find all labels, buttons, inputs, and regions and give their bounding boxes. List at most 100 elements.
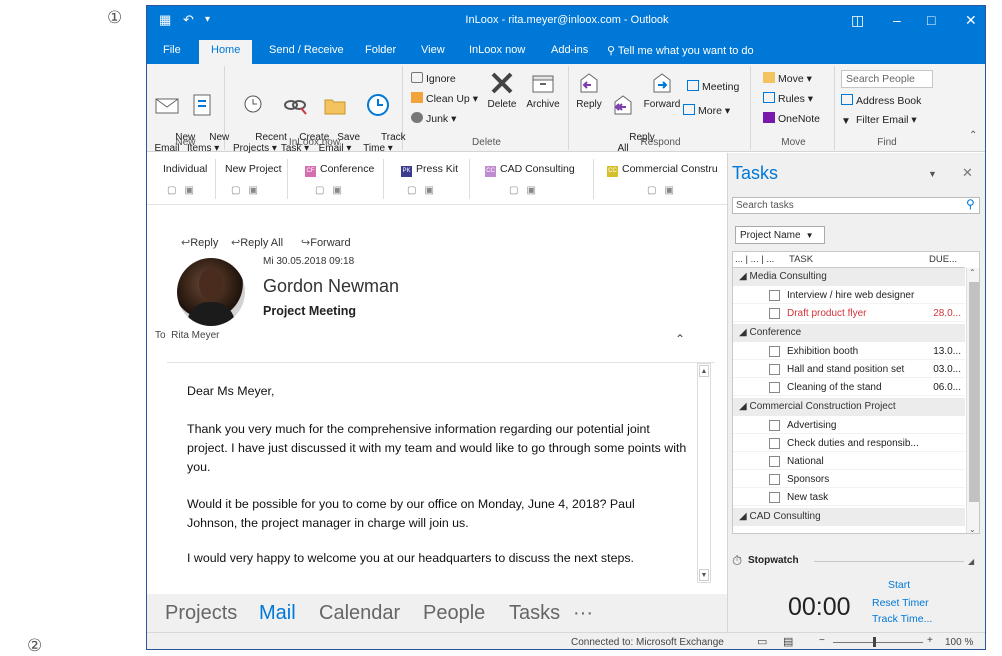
reset-timer-link[interactable]: Reset Timer <box>872 597 929 609</box>
clean-up-button[interactable]: Clean Up ▾ <box>411 92 478 105</box>
column-header-task[interactable]: TASK <box>789 254 813 265</box>
reply-button[interactable]: Reply <box>573 70 605 110</box>
zoom-slider[interactable] <box>833 642 923 643</box>
zoom-out-icon[interactable]: − <box>819 635 825 646</box>
task-row[interactable]: Exhibition booth 13.0... <box>733 342 965 360</box>
task-group-conference[interactable]: ◢ Conference <box>733 324 965 342</box>
project-conference[interactable]: CF Conference <box>305 163 374 177</box>
move-button[interactable]: Move ▾ <box>763 72 812 85</box>
task-scroll-up-icon[interactable]: ⌃ <box>969 268 976 277</box>
task-scroll-thumb[interactable] <box>969 282 979 502</box>
normal-view-icon[interactable]: ▭ <box>757 635 767 648</box>
nav-mail[interactable]: Mail <box>259 602 296 625</box>
task-checkbox[interactable] <box>769 364 780 375</box>
reply-link[interactable]: ↩Reply <box>181 236 218 249</box>
forward-button[interactable]: Forward <box>643 70 681 110</box>
task-checkbox[interactable] <box>769 474 780 485</box>
task-row[interactable]: Hall and stand position set 03.0... <box>733 360 965 378</box>
collapse-ribbon-icon[interactable]: ⌃ <box>969 130 977 141</box>
close-icon[interactable]: ✕ <box>965 12 977 29</box>
ribbon-display-icon[interactable]: ◫ <box>851 12 864 29</box>
task-row[interactable]: Cleaning of the stand 06.0... <box>733 378 965 396</box>
scroll-up-icon[interactable]: ▲ <box>699 365 709 377</box>
project-new-actions-icon[interactable]: ▢▣ <box>231 185 266 196</box>
address-book-button[interactable]: Address Book <box>841 94 921 107</box>
task-checkbox[interactable] <box>769 382 780 393</box>
nav-tasks[interactable]: Tasks <box>509 602 560 625</box>
rules-button[interactable]: Rules ▾ <box>763 92 813 105</box>
zoom-slider-thumb[interactable] <box>873 637 876 647</box>
column-header-flags[interactable]: ... | ... | ... <box>735 254 774 265</box>
task-row[interactable]: Check duties and responsib... <box>733 434 965 452</box>
project-commercial-construction[interactable]: CC Commercial Constru <box>607 163 718 177</box>
stopwatch-start-link[interactable]: Start <box>888 579 910 591</box>
column-header-due[interactable]: DUE... <box>929 254 957 265</box>
nav-people[interactable]: People <box>423 602 485 625</box>
tell-me-search[interactable]: ⚲ Tell me what you want to do <box>607 44 754 57</box>
task-row[interactable]: Sponsors <box>733 470 965 488</box>
project-cad-actions-icon[interactable]: ▢▣ <box>509 185 544 196</box>
pane-options-icon[interactable]: ▼ <box>928 169 937 179</box>
reply-all-link[interactable]: ↩Reply All <box>231 236 283 249</box>
tab-view[interactable]: View <box>421 44 445 56</box>
save-email-button[interactable]: Save Email ▾ <box>315 70 360 165</box>
project-individual-actions-icon[interactable]: ▢▣ <box>167 185 202 196</box>
project-individual[interactable]: Individual <box>163 163 207 175</box>
sender-name[interactable]: Gordon Newman <box>263 276 399 297</box>
create-task-button[interactable]: Create Task ▾ <box>277 70 329 165</box>
search-icon[interactable]: ⚲ <box>966 197 975 211</box>
minimize-icon[interactable]: – <box>893 12 901 28</box>
task-list-scrollbar[interactable]: ⌃ ⌄ <box>966 268 979 533</box>
task-group-cad-consulting[interactable]: ◢ CAD Consulting <box>733 508 965 526</box>
archive-button[interactable]: Archive <box>523 70 563 110</box>
tab-folder[interactable]: Folder <box>365 44 396 56</box>
group-by-select[interactable]: Project Name ▼ <box>735 226 825 244</box>
task-checkbox[interactable] <box>769 456 780 467</box>
ignore-button[interactable]: Ignore <box>411 72 456 85</box>
project-new-project[interactable]: New Project <box>225 163 282 175</box>
project-press-kit[interactable]: PK Press Kit <box>401 163 458 177</box>
junk-button[interactable]: Junk ▾ <box>411 112 456 125</box>
onenote-button[interactable]: OneNote <box>763 112 820 125</box>
collapse-header-icon[interactable]: ⌃ <box>675 332 685 346</box>
task-row[interactable]: Advertising <box>733 416 965 434</box>
delete-button[interactable]: Delete <box>485 70 519 110</box>
nav-calendar[interactable]: Calendar <box>319 602 400 625</box>
new-email-button[interactable]: New Email <box>153 70 195 165</box>
new-items-button[interactable]: New Items ▾ <box>187 70 229 165</box>
track-time-link[interactable]: Track Time... <box>872 613 932 625</box>
project-press-kit-actions-icon[interactable]: ▢▣ <box>407 185 442 196</box>
task-checkbox[interactable] <box>769 438 780 449</box>
scroll-down-icon[interactable]: ▼ <box>699 569 709 581</box>
task-checkbox[interactable] <box>769 290 780 301</box>
pane-close-icon[interactable]: ✕ <box>962 165 973 181</box>
tab-send-receive[interactable]: Send / Receive <box>269 44 344 56</box>
task-checkbox[interactable] <box>769 492 780 503</box>
project-conference-actions-icon[interactable]: ▢▣ <box>315 185 350 196</box>
maximize-icon[interactable]: □ <box>927 12 935 28</box>
task-checkbox[interactable] <box>769 420 780 431</box>
recipient-name[interactable]: Rita Meyer <box>171 330 219 341</box>
task-search-input[interactable]: Search tasks <box>732 197 980 214</box>
stopwatch-collapse-icon[interactable]: ◢ <box>968 557 974 566</box>
reply-all-button[interactable]: Reply All <box>607 70 655 165</box>
project-cad-consulting[interactable]: CC CAD Consulting <box>485 163 575 177</box>
tab-home[interactable]: Home <box>199 40 253 64</box>
zoom-in-icon[interactable]: + <box>927 635 933 646</box>
more-respond-button[interactable]: More ▾ <box>683 104 730 117</box>
forward-link[interactable]: ↪Forward <box>301 236 351 249</box>
task-group-commercial-construction[interactable]: ◢ Commercial Construction Project <box>733 398 965 416</box>
meeting-button[interactable]: Meeting <box>687 80 739 93</box>
mail-scrollbar[interactable]: ▲ ▼ <box>697 363 711 583</box>
project-commercial-actions-icon[interactable]: ▢▣ <box>647 185 682 196</box>
tab-inloox-now[interactable]: InLoox now <box>469 44 525 56</box>
task-row[interactable]: New task <box>733 488 965 506</box>
task-scroll-down-icon[interactable]: ⌄ <box>969 525 976 533</box>
task-group-media-consulting[interactable]: ◢ Media Consulting <box>733 268 965 286</box>
task-row[interactable]: Interview / hire web designer <box>733 286 965 304</box>
nav-more-icon[interactable]: ··· <box>573 602 593 625</box>
nav-projects[interactable]: Projects <box>165 602 237 625</box>
recent-projects-button[interactable]: Recent Projects ▾ <box>233 70 287 165</box>
tab-add-ins[interactable]: Add-ins <box>551 44 588 56</box>
task-checkbox[interactable] <box>769 308 780 319</box>
